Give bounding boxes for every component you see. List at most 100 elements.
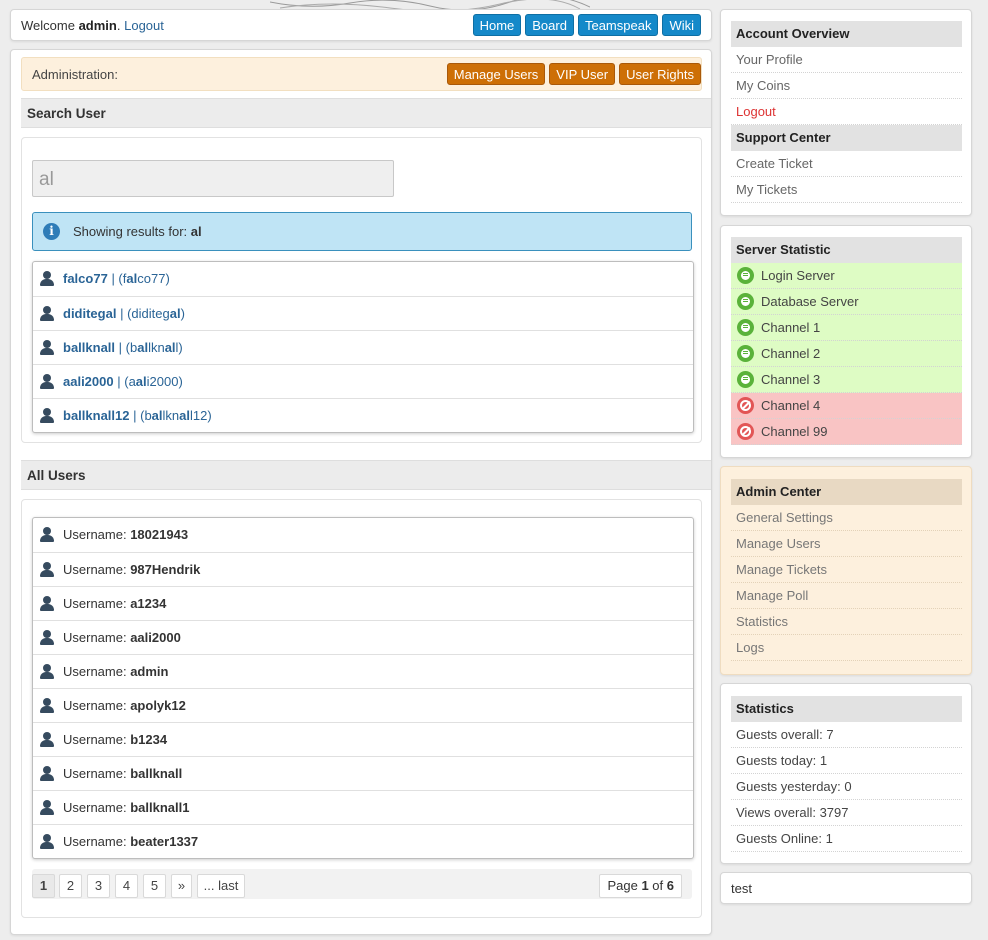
result-username-link[interactable]: diditegal: [63, 306, 116, 321]
username-value: ballknall1: [130, 800, 190, 815]
last-page-button[interactable]: ... last: [197, 874, 245, 898]
account-panel: Account Overview Your Profile My Coins L…: [720, 9, 972, 216]
nav-board-button[interactable]: Board: [525, 14, 574, 36]
general-settings-link[interactable]: General Settings: [731, 505, 962, 531]
stat-guests-online: Guests Online: 1: [731, 826, 962, 852]
list-item[interactable]: aali2000 | (aali2000): [33, 364, 693, 398]
administration-buttons: Manage Users VIP User User Rights: [443, 63, 701, 85]
page-3-button[interactable]: 3: [87, 874, 110, 898]
offline-icon: [737, 423, 754, 440]
server-status-item: Channel 4: [731, 393, 962, 419]
offline-icon: [737, 397, 754, 414]
page-1-button[interactable]: 1: [32, 874, 55, 898]
info-term: al: [190, 224, 202, 239]
welcome-username: admin: [78, 18, 117, 33]
username-value: a1234: [130, 596, 167, 611]
result-username-link[interactable]: ballknall12: [63, 408, 129, 423]
vip-user-button[interactable]: VIP User: [549, 63, 616, 85]
stat-guests-overall: Guests overall: 7: [731, 722, 962, 748]
footer-text-panel: test: [720, 872, 972, 904]
result-username-link[interactable]: ballknall: [63, 340, 115, 355]
server-status-item: Channel 3: [731, 367, 962, 393]
user-icon: [40, 374, 54, 389]
table-row[interactable]: Username: a1234: [33, 586, 693, 620]
page-5-button[interactable]: 5: [143, 874, 166, 898]
manage-users-button[interactable]: Manage Users: [446, 63, 546, 85]
username-value: admin: [130, 664, 169, 679]
stat-guests-yesterday: Guests yesterday: 0: [731, 774, 962, 800]
info-icon: i: [43, 223, 60, 240]
main-content: Administration: Manage Users VIP User User…: [10, 49, 712, 935]
server-status-item: Channel 1: [731, 315, 962, 341]
username-value: 18021943: [130, 527, 189, 542]
statistics-link[interactable]: Statistics: [731, 609, 962, 635]
my-tickets-link[interactable]: My Tickets: [731, 177, 962, 203]
user-icon: [40, 408, 54, 423]
your-profile-link[interactable]: Your Profile: [731, 47, 962, 73]
user-icon: [40, 596, 54, 611]
user-icon: [40, 306, 54, 321]
table-row[interactable]: Username: 987Hendrik: [33, 552, 693, 586]
user-rights-button[interactable]: User Rights: [619, 63, 701, 85]
list-item[interactable]: ballknall12 | (ballknall12): [33, 398, 693, 432]
manage-poll-link[interactable]: Manage Poll: [731, 583, 962, 609]
server-status-item: Channel 99: [731, 419, 962, 445]
username-value: ballknall: [130, 766, 183, 781]
server-status-item: Database Server: [731, 289, 962, 315]
table-row[interactable]: Username: admin: [33, 654, 693, 688]
user-icon: [40, 562, 54, 577]
list-item[interactable]: ballknall | (ballknall): [33, 330, 693, 364]
admin-manage-users-link[interactable]: Manage Users: [731, 531, 962, 557]
all-users-box: Username: 18021943 Username: 987Hendrik …: [21, 499, 702, 918]
welcome-text: Welcome admin. Logout: [21, 18, 164, 33]
logout-link[interactable]: Logout: [124, 18, 164, 33]
online-icon: [737, 267, 754, 284]
user-icon: [40, 698, 54, 713]
search-box: al i Showing results for: al falco77 | (…: [21, 137, 702, 443]
table-row[interactable]: Username: b1234: [33, 722, 693, 756]
pagination: 1 2 3 4 5 » ... last Page 1 of 6: [32, 869, 692, 899]
user-icon: [40, 664, 54, 679]
list-item[interactable]: falco77 | (falco77): [33, 262, 693, 296]
online-icon: [737, 293, 754, 310]
my-coins-link[interactable]: My Coins: [731, 73, 962, 99]
top-nav: Home Board Teamspeak Wiki: [469, 14, 701, 36]
user-icon: [40, 340, 54, 355]
create-ticket-link[interactable]: Create Ticket: [731, 151, 962, 177]
statistics-heading: Statistics: [731, 696, 962, 722]
list-item[interactable]: diditegal | (diditegal): [33, 296, 693, 330]
table-row[interactable]: Username: beater1337: [33, 824, 693, 858]
admin-center-heading: Admin Center: [731, 479, 962, 505]
table-row[interactable]: Username: ballknall1: [33, 790, 693, 824]
nav-home-button[interactable]: Home: [472, 14, 522, 36]
top-bar: Welcome admin. Logout Home Board Teamspeak…: [10, 9, 712, 41]
administration-bar: Administration: Manage Users VIP User User…: [21, 57, 702, 91]
online-icon: [737, 371, 754, 388]
table-row[interactable]: Username: 18021943: [33, 518, 693, 552]
nav-teamspeak-button[interactable]: Teamspeak: [577, 14, 659, 36]
online-icon: [737, 345, 754, 362]
table-row[interactable]: Username: apolyk12: [33, 688, 693, 722]
username-value: 987Hendrik: [130, 562, 201, 577]
page-4-button[interactable]: 4: [115, 874, 138, 898]
server-statistic-panel: Server Statistic Login Server Database S…: [720, 225, 972, 458]
table-row[interactable]: Username: ballknall: [33, 756, 693, 790]
info-prefix: Showing results for:: [73, 224, 191, 239]
statistics-panel: Statistics Guests overall: 7 Guests toda…: [720, 683, 972, 864]
stat-views-overall: Views overall: 3797: [731, 800, 962, 826]
sidebar-logout-link[interactable]: Logout: [731, 99, 962, 125]
nav-wiki-button[interactable]: Wiki: [662, 14, 701, 36]
table-row[interactable]: Username: aali2000: [33, 620, 693, 654]
manage-tickets-link[interactable]: Manage Tickets: [731, 557, 962, 583]
online-icon: [737, 319, 754, 336]
stat-guests-today: Guests today: 1: [731, 748, 962, 774]
page-2-button[interactable]: 2: [59, 874, 82, 898]
next-page-button[interactable]: »: [171, 874, 192, 898]
username-value: apolyk12: [130, 698, 186, 713]
search-input[interactable]: al: [32, 160, 394, 197]
logs-link[interactable]: Logs: [731, 635, 962, 661]
result-username-link[interactable]: falco77: [63, 271, 108, 286]
search-info-text: Showing results for: al: [73, 224, 202, 239]
result-username-link[interactable]: aali2000: [63, 374, 114, 389]
welcome-suffix: .: [116, 18, 121, 33]
